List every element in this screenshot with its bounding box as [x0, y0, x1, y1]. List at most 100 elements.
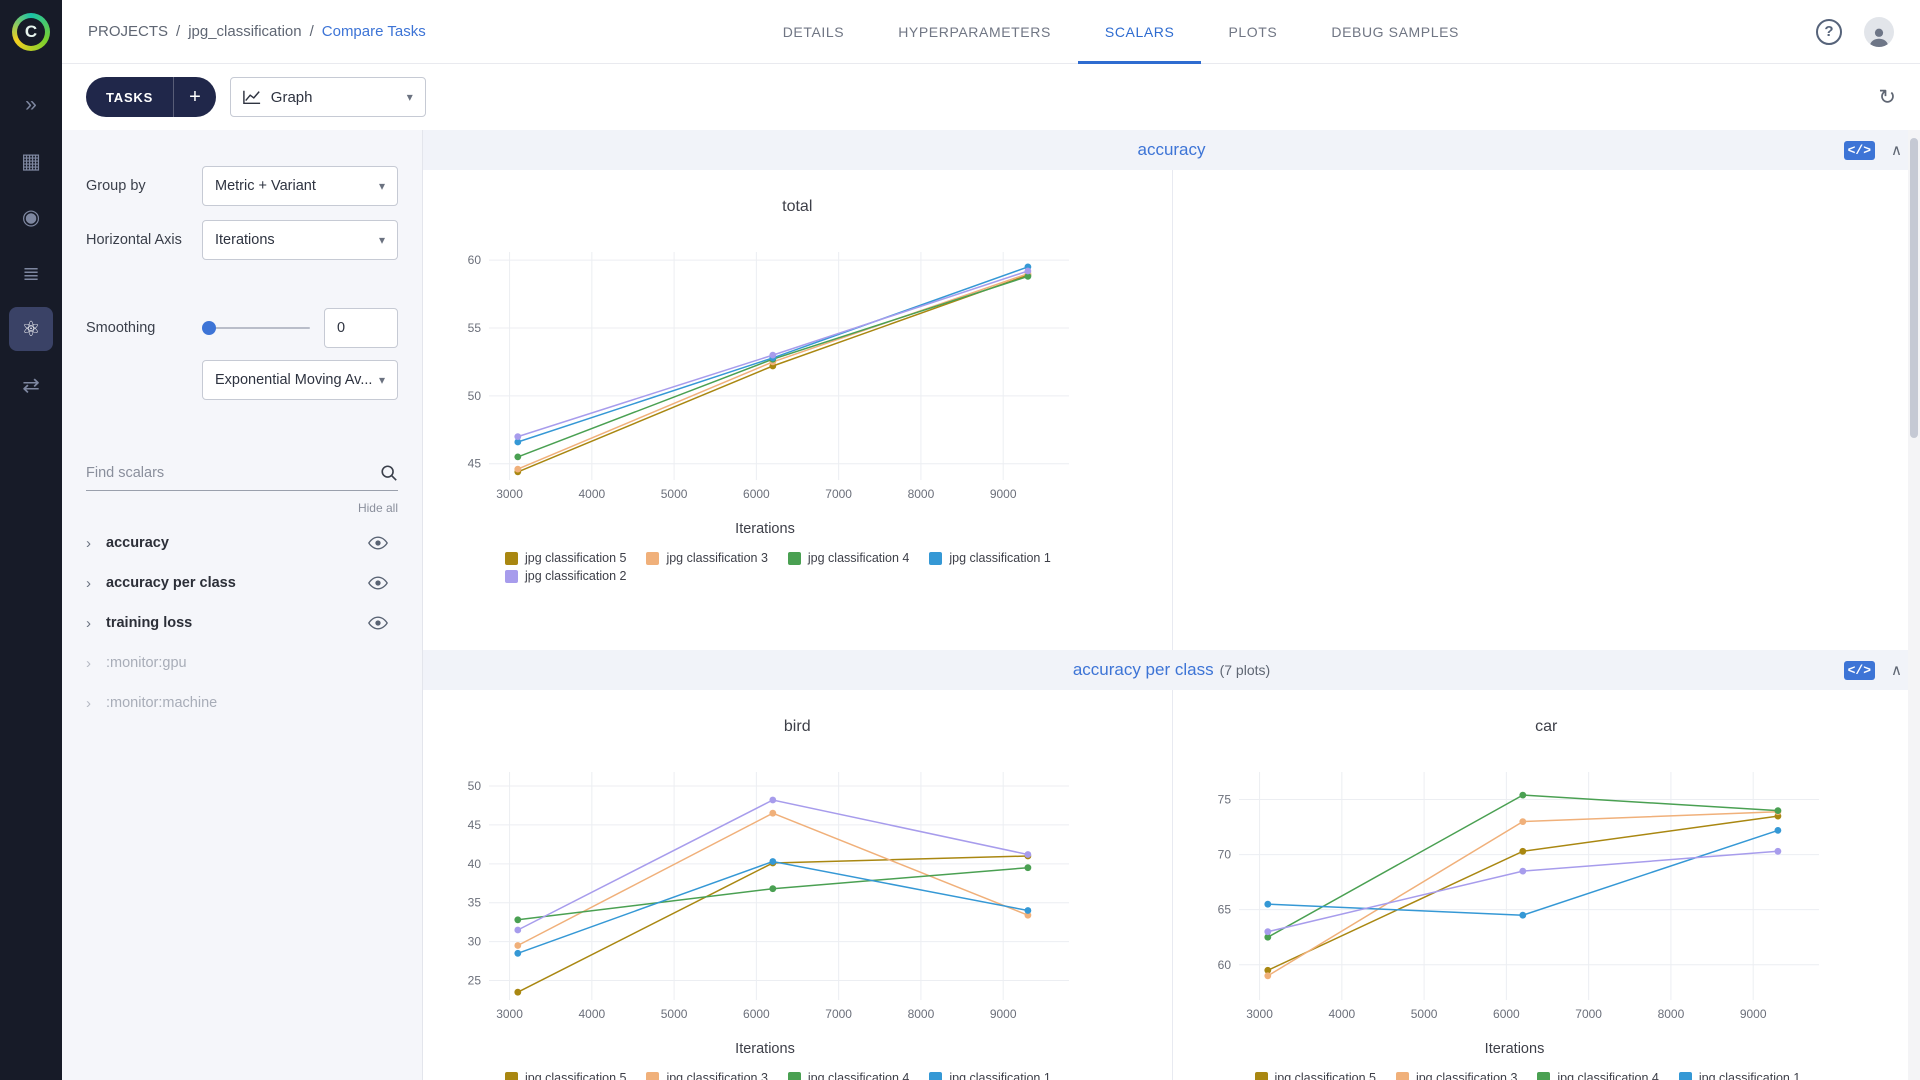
tab-hyperparameters[interactable]: HYPERPARAMETERS — [871, 0, 1078, 64]
refresh-icon[interactable]: ↻ — [1878, 85, 1896, 110]
horizontal-axis-select[interactable]: Iterations ▾ — [202, 220, 398, 260]
search-icon[interactable] — [380, 464, 398, 482]
legend-item[interactable]: jpg classification 1 — [929, 551, 1051, 565]
experiments-icon[interactable]: ⚛ — [9, 307, 53, 351]
find-scalars-search — [86, 464, 398, 491]
svg-text:9000: 9000 — [1739, 1007, 1766, 1021]
tab-scalars[interactable]: SCALARS — [1077, 0, 1202, 64]
svg-text:5000: 5000 — [661, 1007, 688, 1021]
group-by-select[interactable]: Metric + Variant ▾ — [202, 166, 398, 206]
datasets-icon[interactable]: ≣ — [9, 251, 53, 295]
scalar-row-monitor-gpu[interactable]: › :monitor:gpu — [86, 643, 398, 683]
svg-text:25: 25 — [468, 974, 482, 988]
svg-text:50: 50 — [468, 389, 482, 403]
header-actions: ? — [1816, 16, 1894, 47]
smoothing-slider[interactable] — [202, 321, 310, 335]
legend-item[interactable]: jpg classification 5 — [505, 551, 626, 565]
svg-text:5000: 5000 — [661, 487, 688, 501]
chart-icon — [242, 90, 260, 105]
legend-swatch — [505, 551, 518, 565]
smoothing-value-input[interactable] — [324, 308, 398, 348]
legend-item[interactable]: jpg classification 1 — [1678, 1071, 1800, 1080]
line-chart-car[interactable]: 3000 4000 5000 6000 7000 8000 9000 60 65 70 75 — [1195, 762, 1920, 1035]
legend-item[interactable]: jpg classification 4 — [787, 551, 910, 565]
horizontal-axis-value: Iterations — [215, 232, 275, 248]
legend-item[interactable]: jpg classification 5 — [1254, 1071, 1376, 1080]
svg-text:6000: 6000 — [743, 1007, 770, 1021]
legend-swatch — [1395, 1071, 1409, 1080]
chevron-right-icon[interactable]: › — [86, 575, 106, 592]
line-chart-total[interactable]: 3000 4000 5000 6000 7000 8000 9000 45 50 55 60 — [445, 242, 1172, 515]
legend-swatch — [929, 1071, 943, 1080]
svg-text:8000: 8000 — [1657, 1007, 1684, 1021]
scalar-label: accuracy — [106, 535, 169, 551]
legend-item[interactable]: jpg classification 4 — [1537, 1071, 1659, 1080]
legend-item[interactable]: jpg classification 3 — [1395, 1071, 1517, 1080]
legend-label: jpg classification 4 — [807, 551, 910, 565]
chevron-right-icon[interactable]: › — [86, 695, 106, 712]
breadcrumb-projects[interactable]: PROJECTS — [88, 23, 168, 40]
view-mode-select[interactable]: Graph ▾ — [229, 77, 426, 117]
hide-all-link[interactable]: Hide all — [86, 501, 398, 515]
chevron-right-icon[interactable]: › — [86, 615, 106, 632]
legend-label: jpg classification 4 — [1557, 1071, 1659, 1080]
chevron-right-icon[interactable]: › — [86, 655, 106, 672]
tasks-button[interactable]: TASKS + — [86, 77, 216, 117]
line-chart-bird[interactable]: 3000 4000 5000 6000 7000 8000 9000 25 30 35 40 45 50 — [445, 762, 1172, 1035]
svg-text:4000: 4000 — [578, 1007, 605, 1021]
legend-swatch — [1537, 1071, 1551, 1080]
svg-text:7000: 7000 — [1575, 1007, 1602, 1021]
pipelines-icon[interactable]: ⇄ — [9, 363, 53, 407]
breadcrumb-project[interactable]: jpg_classification — [188, 23, 301, 40]
svg-text:45: 45 — [468, 818, 482, 832]
legend-swatch — [505, 1071, 518, 1080]
smoothing-type-value: Exponential Moving Av... — [215, 372, 373, 388]
getting-started-icon[interactable]: » — [9, 83, 53, 127]
eye-icon[interactable] — [368, 536, 388, 550]
slider-knob[interactable] — [202, 321, 216, 335]
legend-item[interactable]: jpg classification 2 — [505, 569, 626, 583]
legend-item[interactable]: jpg classification 5 — [505, 1071, 626, 1080]
tab-debug-samples[interactable]: DEBUG SAMPLES — [1304, 0, 1486, 64]
collapse-section-icon[interactable]: ∧ — [1891, 661, 1902, 679]
legend-item[interactable]: jpg classification 4 — [787, 1071, 909, 1080]
section-title: accuracy — [1137, 140, 1206, 159]
scalar-row-accuracy[interactable]: › accuracy — [86, 523, 398, 563]
embed-code-icon[interactable]: </> — [1843, 660, 1876, 680]
legend-label: jpg classification 1 — [949, 551, 1051, 565]
projects-icon[interactable]: ◉ — [9, 195, 53, 239]
left-icon-rail: » ▦ ◉ ≣ ⚛ ⇄ — [0, 0, 62, 1080]
add-task-button[interactable]: + — [173, 77, 216, 117]
scalar-row-accuracy-per-class[interactable]: › accuracy per class — [86, 563, 398, 603]
legend-item[interactable]: jpg classification 3 — [646, 1071, 768, 1080]
legend-swatch — [1678, 1071, 1692, 1080]
scrollbar-thumb[interactable] — [1910, 138, 1918, 438]
tab-details[interactable]: DETAILS — [756, 0, 872, 64]
smoothing-type-select[interactable]: Exponential Moving Av... ▾ — [202, 360, 398, 400]
clearml-logo-icon[interactable] — [12, 13, 50, 51]
collapse-section-icon[interactable]: ∧ — [1891, 141, 1902, 159]
legend-label: jpg classification 3 — [666, 551, 768, 565]
embed-code-icon[interactable]: </> — [1843, 140, 1876, 160]
legend-label: jpg classification 5 — [525, 551, 627, 565]
search-input[interactable] — [86, 465, 380, 481]
chart-card-car: car 3000 4000 5000 6000 7000 8000 9000 60 65 70 75… — [1171, 690, 1920, 1080]
eye-icon[interactable] — [368, 616, 388, 630]
tab-plots[interactable]: PLOTS — [1201, 0, 1304, 64]
legend-swatch — [646, 1071, 660, 1080]
tab-bar: DETAILS HYPERPARAMETERS SCALARS PLOTS DE… — [426, 0, 1816, 64]
group-by-label: Group by — [86, 178, 146, 194]
legend-item[interactable]: jpg classification 1 — [929, 1071, 1051, 1080]
scalar-row-training-loss[interactable]: › training loss — [86, 603, 398, 643]
legend-item[interactable]: jpg classification 3 — [646, 551, 768, 565]
dashboard-icon[interactable]: ▦ — [9, 139, 53, 183]
svg-text:4000: 4000 — [578, 487, 605, 501]
scalar-row-monitor-machine[interactable]: › :monitor:machine — [86, 683, 398, 723]
svg-text:75: 75 — [1217, 793, 1231, 807]
x-axis-label: Iterations — [735, 521, 795, 537]
user-avatar[interactable] — [1864, 16, 1894, 47]
chevron-right-icon[interactable]: › — [86, 535, 106, 552]
help-icon[interactable]: ? — [1816, 18, 1842, 45]
eye-icon[interactable] — [368, 576, 388, 590]
scrollbar-track[interactable] — [1908, 130, 1920, 1080]
